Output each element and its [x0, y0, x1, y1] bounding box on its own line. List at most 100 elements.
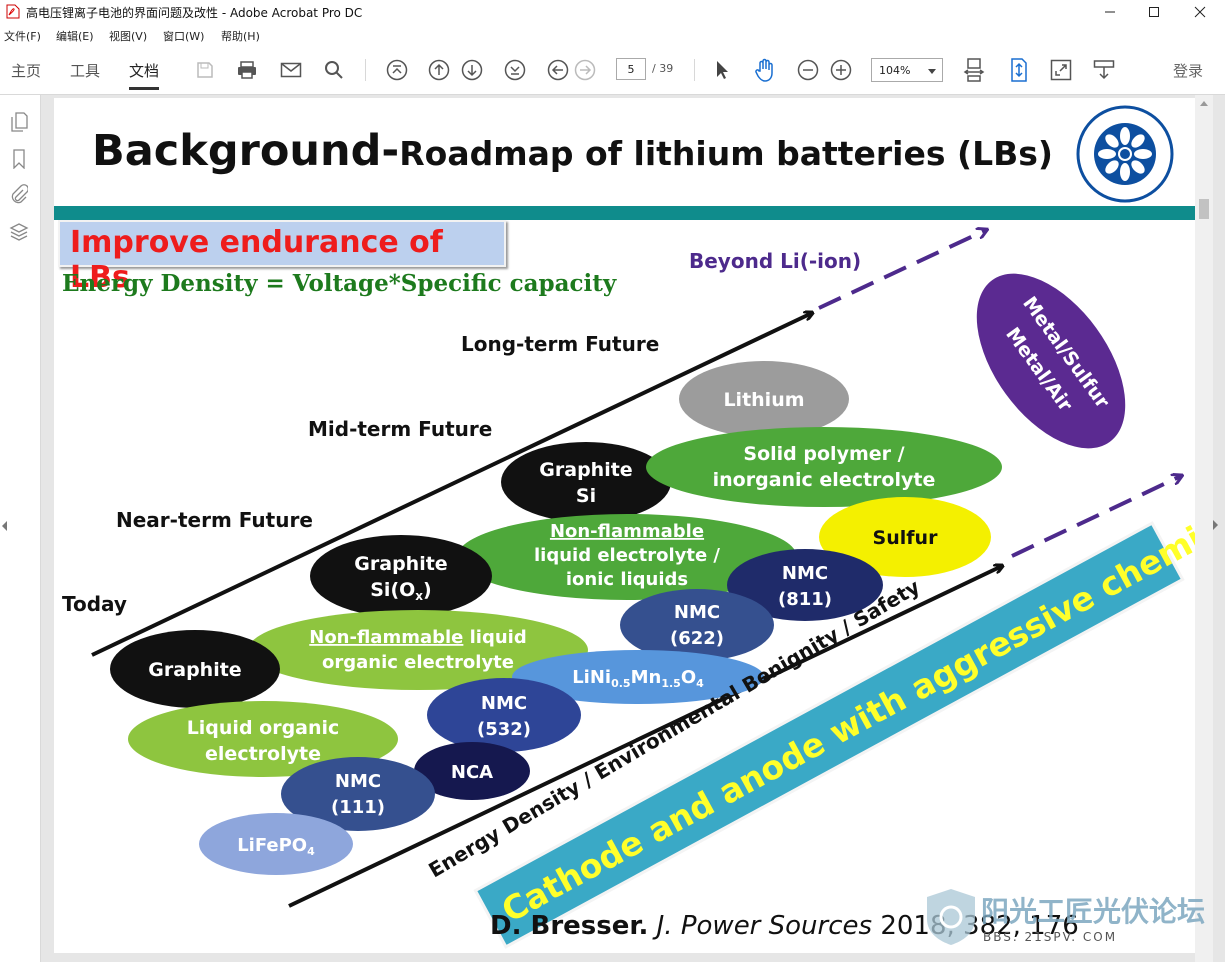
download-tray-icon	[1093, 60, 1115, 80]
collapse-panel-arrow[interactable]	[2, 521, 7, 531]
pdf-page: Background-Roadmap of lithium batteries …	[54, 98, 1195, 953]
lnmo-b: Mn	[631, 667, 662, 688]
layers-button[interactable]	[8, 221, 30, 243]
last-page-button[interactable]	[503, 58, 527, 82]
minimize-button[interactable]	[1087, 0, 1133, 24]
zoom-in-button[interactable]	[829, 58, 853, 82]
metal-ellipse: Metal/Sulfur Metal/Air	[976, 273, 1126, 449]
toolbar-divider	[694, 59, 695, 81]
full-screen-icon	[1050, 59, 1072, 81]
lnmo-c: O	[681, 667, 696, 688]
email-button[interactable]	[279, 58, 303, 82]
search-icon	[325, 61, 343, 79]
page-thumbnails-button[interactable]	[8, 111, 30, 133]
pdf-app-icon	[6, 4, 20, 19]
hand-tool-button[interactable]	[753, 58, 777, 82]
nonflammable-liquid: liquid	[463, 627, 526, 648]
scroll-thumb[interactable]	[1199, 199, 1209, 219]
lnmo-a: LiNi	[572, 667, 611, 688]
citation-author: D. Bresser.	[490, 911, 649, 941]
attachments-button[interactable]	[8, 183, 30, 205]
last-page-icon	[504, 59, 526, 81]
more-tools-button[interactable]	[1092, 58, 1116, 82]
graphite-si-label-2: Si	[576, 485, 596, 507]
next-page-button[interactable]	[460, 58, 484, 82]
first-page-button[interactable]	[385, 58, 409, 82]
prev-page-button[interactable]	[427, 58, 451, 82]
lifepo4-label: LiFePO4	[237, 835, 315, 858]
expand-right-panel-arrow[interactable]	[1213, 520, 1218, 530]
tab-tools[interactable]: 工具	[70, 60, 100, 81]
tab-home[interactable]: 主页	[11, 60, 41, 81]
search-button[interactable]	[322, 58, 346, 82]
nonflammable-underlined: Non-flammable	[309, 627, 463, 648]
graphite-label: Graphite	[148, 659, 241, 681]
bookmarks-button[interactable]	[8, 148, 30, 170]
graphite-siox-ellipse: Graphite Si(Ox)	[310, 535, 492, 617]
vertical-scrollbar[interactable]	[1195, 95, 1213, 962]
save-button[interactable]	[193, 58, 217, 82]
stage-near-term: Near-term Future	[116, 508, 313, 532]
hand-icon	[755, 58, 773, 82]
nonflammable-ionic-label-3: ionic liquids	[566, 569, 688, 590]
nmc111-label-2: (111)	[331, 797, 385, 818]
menu-bar: 文件(F) 编辑(E) 视图(V) 窗口(W) 帮助(H)	[0, 25, 1225, 45]
lifepo4-text: LiFePO	[237, 835, 307, 856]
nmc532-label-1: NMC	[481, 693, 527, 714]
zoom-select[interactable]: 104%	[871, 58, 943, 82]
tab-document[interactable]: 文档	[129, 60, 160, 90]
forward-view-button[interactable]	[573, 58, 597, 82]
nonflammable-organic-label-1: Non-flammable liquid	[309, 627, 527, 648]
print-button[interactable]	[235, 58, 259, 82]
menu-help[interactable]: 帮助(H)	[221, 28, 260, 44]
forum-watermark: 阳光工匠光伏论坛 BBS. 21SPV. COM	[927, 889, 1205, 945]
graphite-ellipse: Graphite	[110, 630, 280, 708]
mail-icon	[280, 62, 302, 78]
toolbar: 主页 工具 文档 5 / 39 104% 登录	[0, 46, 1225, 95]
page-number-input[interactable]: 5	[616, 58, 646, 80]
layers-icon	[9, 223, 29, 241]
fit-page-button[interactable]	[962, 58, 986, 82]
menu-window[interactable]: 窗口(W)	[163, 28, 204, 44]
close-button[interactable]	[1177, 0, 1223, 24]
fit-width-icon	[1011, 58, 1027, 82]
nmc811-label-1: NMC	[782, 563, 828, 584]
nmc532-label-2: (532)	[477, 719, 531, 740]
page-thumbnails-icon	[11, 112, 28, 132]
roadmap-diagram: Beyond Li(-ion) Long-term Future Mid-ter…	[62, 98, 1195, 949]
menu-view[interactable]: 视图(V)	[109, 28, 147, 44]
cursor-icon	[717, 61, 728, 79]
menu-edit[interactable]: 编辑(E)	[56, 28, 94, 44]
nmc622-label-2: (622)	[670, 628, 724, 649]
close-icon	[1194, 6, 1206, 18]
select-tool-button[interactable]	[710, 58, 734, 82]
window-title: 高电压锂离子电池的界面问题及改性 - Adobe Acrobat Pro DC	[26, 6, 363, 20]
maximize-button[interactable]	[1131, 0, 1177, 24]
fit-width-button[interactable]	[1007, 58, 1031, 82]
zoom-value: 104%	[879, 64, 911, 77]
watermark-line-1: 阳光工匠光伏论坛	[981, 895, 1205, 928]
full-screen-button[interactable]	[1049, 58, 1073, 82]
nonflammable-ionic-label-1: Non-flammable	[550, 521, 704, 542]
menu-file[interactable]: 文件(F)	[4, 28, 41, 44]
graphite-si-ellipse: Graphite Si	[501, 442, 671, 522]
nmc532-ellipse: NMC (532)	[427, 678, 581, 752]
nmc111-label-1: NMC	[335, 771, 381, 792]
back-view-button[interactable]	[546, 58, 570, 82]
nca-label: NCA	[451, 762, 493, 783]
scroll-up-icon[interactable]	[1200, 101, 1208, 106]
nonflammable-organic-label-2: organic electrolyte	[322, 652, 514, 673]
zoom-out-button[interactable]	[796, 58, 820, 82]
stage-mid-term: Mid-term Future	[308, 417, 492, 441]
bookmark-icon	[13, 149, 25, 169]
fit-page-icon	[963, 58, 985, 82]
lithium-ellipse: Lithium	[679, 361, 849, 437]
solid-polymer-label-1: Solid polymer /	[743, 443, 904, 465]
paperclip-icon	[11, 184, 28, 204]
solid-polymer-label-2: inorganic electrolyte	[713, 469, 936, 491]
arrow-right-icon	[574, 59, 596, 81]
graphite-si-label-1: Graphite	[539, 459, 632, 481]
sign-in-button[interactable]: 登录	[1173, 60, 1203, 81]
sulfur-label: Sulfur	[873, 527, 939, 549]
page-total: / 39	[652, 62, 674, 75]
